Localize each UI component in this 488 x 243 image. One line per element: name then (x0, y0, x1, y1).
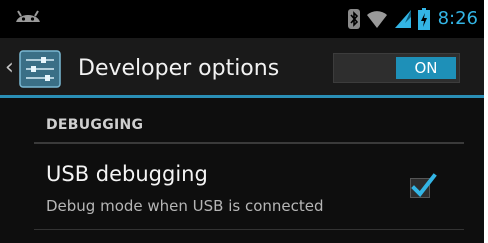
section-divider (34, 142, 464, 144)
section-header-debugging: DEBUGGING (46, 117, 144, 133)
up-navigation-icon[interactable]: ‹ (5, 49, 14, 87)
page-title: Developer options (78, 56, 280, 81)
usb-debugging-checkbox[interactable] (410, 173, 437, 198)
toggle-label: ON (396, 57, 456, 79)
battery-charging-icon (417, 8, 430, 30)
preference-title: USB debugging (46, 162, 208, 186)
list-divider (34, 229, 464, 230)
developer-settings-icon[interactable] (19, 50, 61, 88)
status-time: 8:26 (437, 8, 478, 29)
status-bar: 8:26 (0, 0, 484, 38)
developer-options-toggle[interactable]: ON (333, 53, 460, 83)
checkmark-icon (411, 173, 437, 198)
signal-icon (394, 10, 411, 28)
action-bar-divider (0, 95, 484, 98)
android-icon (16, 10, 40, 30)
bluetooth-icon (347, 9, 360, 29)
preference-summary: Debug mode when USB is connected (46, 197, 324, 215)
wifi-icon (366, 11, 387, 28)
device-screen: 8:26 ‹ Developer options ON DEBUGGING US… (0, 0, 484, 243)
status-icons: 8:26 (347, 6, 478, 32)
